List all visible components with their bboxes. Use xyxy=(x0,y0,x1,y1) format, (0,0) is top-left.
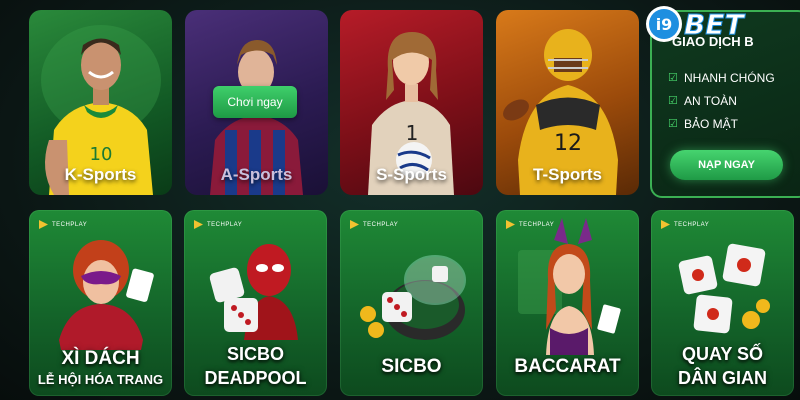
sport-label: T-Sports xyxy=(533,165,602,184)
game-card-baccarat[interactable]: TECHPLAY BACCARAT xyxy=(496,210,639,396)
promo-feature: ☑ NHANH CHÓNG xyxy=(668,66,775,89)
provider-badge: TECHPLAY xyxy=(194,220,242,229)
deposit-now-button[interactable]: NẠP NGAY xyxy=(670,150,783,180)
game-card-sicbo[interactable]: TECHPLAY SICBO xyxy=(340,210,483,396)
promo-feature-list: ☑ NHANH CHÓNG ☑ AN TOÀN ☑ BẢO MẬT xyxy=(668,66,775,135)
sport-card-s-sports[interactable]: 1 S-Sports xyxy=(340,10,483,195)
svg-text:10: 10 xyxy=(90,144,113,165)
game-title: DEADPOOL xyxy=(204,368,307,388)
provider-badge: TECHPLAY xyxy=(39,220,87,229)
sport-label: K-Sports xyxy=(64,165,137,184)
game-title: QUAY SỐ xyxy=(681,344,764,364)
promo-title: GIAO DỊCH B xyxy=(672,34,754,49)
game-subtitle: LỄ HỘI HÓA TRANG xyxy=(37,372,164,387)
game-title: XÌ DÁCH xyxy=(61,348,140,369)
svg-text:12: 12 xyxy=(554,131,582,156)
game-title: DÂN GIAN xyxy=(678,368,767,388)
svg-text:1: 1 xyxy=(406,121,419,145)
provider-badge: TECHPLAY xyxy=(350,220,398,229)
techplay-logo-icon xyxy=(506,220,515,229)
provider-name: TECHPLAY xyxy=(52,221,88,228)
provider-name: TECHPLAY xyxy=(519,221,555,228)
provider-badge: TECHPLAY xyxy=(661,220,709,229)
sport-card-k-sports[interactable]: 10 K-Sports xyxy=(29,10,172,195)
checkmark-icon: ☑ xyxy=(668,95,678,107)
game-card-sicbo-deadpool[interactable]: TECHPLAY SICBO DEADPOOL xyxy=(184,210,327,396)
promo-feature-label: NHANH CHÓNG xyxy=(684,70,775,85)
sport-card-a-sports[interactable]: Chơi ngay A-Sports xyxy=(185,10,328,195)
promo-feature: ☑ BẢO MẬT xyxy=(668,112,775,135)
techplay-logo-icon xyxy=(194,220,203,229)
sport-card-t-sports[interactable]: 12 T-Sports xyxy=(496,10,639,195)
promo-feature-label: BẢO MẬT xyxy=(684,116,739,131)
techplay-logo-icon xyxy=(661,220,670,229)
svg-text:i9: i9 xyxy=(656,15,673,34)
game-title: SICBO xyxy=(226,344,284,364)
checkmark-icon: ☑ xyxy=(668,72,678,84)
game-card-xi-dach[interactable]: TECHPLAY XÌ DÁCH LỄ HỘI HÓA TRANG xyxy=(29,210,172,396)
provider-name: TECHPLAY xyxy=(363,221,399,228)
provider-badge: TECHPLAY xyxy=(506,220,554,229)
sport-label: S-Sports xyxy=(376,165,447,184)
play-now-button[interactable]: Chơi ngay xyxy=(213,86,297,118)
game-title: SICBO xyxy=(381,356,442,377)
promo-feature: ☑ AN TOÀN xyxy=(668,89,775,112)
sport-label: A-Sports xyxy=(220,165,293,184)
techplay-logo-icon xyxy=(350,220,359,229)
provider-name: TECHPLAY xyxy=(674,221,710,228)
techplay-logo-icon xyxy=(39,220,48,229)
provider-name: TECHPLAY xyxy=(207,221,243,228)
game-card-quay-so-dan-gian[interactable]: TECHPLAY QUAY SỐ DÂN GIAN xyxy=(651,210,794,396)
checkmark-icon: ☑ xyxy=(668,118,678,130)
promo-feature-label: AN TOÀN xyxy=(684,93,737,108)
game-title: BACCARAT xyxy=(514,356,621,377)
